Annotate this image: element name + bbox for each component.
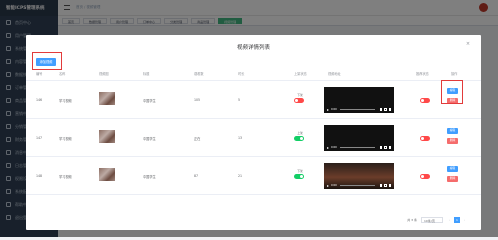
play-icon[interactable] <box>327 146 329 149</box>
cell-id: 146 <box>36 98 43 102</box>
page-size-select[interactable]: 10条/页 <box>421 217 443 223</box>
cell-title: 中国学生 <box>143 175 156 179</box>
video-progress[interactable] <box>339 109 375 110</box>
status-label: 下架 <box>297 169 303 173</box>
status-switch-group: 下架 <box>294 169 306 179</box>
cell-duration: 13 <box>238 136 243 140</box>
delete-button[interactable]: 删除 <box>447 138 458 144</box>
cell-views: 105 <box>194 98 201 102</box>
status-switch[interactable] <box>294 174 304 179</box>
column-header: 上架状态 <box>294 72 307 76</box>
video-player[interactable]: 0:00 <box>324 163 394 189</box>
recommend-switch[interactable] <box>420 174 430 179</box>
delete-button[interactable]: 删除 <box>447 176 458 182</box>
cell-duration: 5 <box>238 98 241 102</box>
video-controls: 0:00 <box>324 144 394 151</box>
play-icon[interactable] <box>327 184 329 187</box>
video-controls: 0:00 <box>324 182 394 189</box>
table-row: 147 学习视频 中国学生 正在 13 上架 0:00 编辑删除 <box>26 119 481 157</box>
volume-icon[interactable] <box>379 146 383 149</box>
video-time: 0:00 <box>331 108 337 111</box>
column-header: 观看数 <box>194 72 204 76</box>
pagination: 共 3 条 10条/页 ‹ 1 › <box>407 216 467 224</box>
operations-highlight <box>441 80 463 104</box>
cell-views: 正在 <box>194 137 201 141</box>
column-header: 操作 <box>451 72 458 76</box>
video-player[interactable]: 0:00 <box>324 125 394 151</box>
column-header: 标题 <box>143 72 150 76</box>
status-switch-group: 下架 <box>294 93 306 103</box>
edit-button[interactable]: 编辑 <box>447 166 458 172</box>
fullscreen-icon[interactable] <box>384 184 387 187</box>
cell-id: 148 <box>36 174 43 178</box>
video-player[interactable]: 0:00 <box>324 87 394 113</box>
cell-name: 学习视频 <box>59 137 72 141</box>
status-switch[interactable] <box>294 98 304 103</box>
pagination-total: 共 3 条 <box>407 218 417 222</box>
table-row: 146 学习视频 中国学生 105 5 下架 0:00 编辑 删除 <box>26 81 481 119</box>
video-thumbnail <box>99 92 115 105</box>
fullscreen-icon[interactable] <box>384 146 387 149</box>
fullscreen-icon[interactable] <box>384 108 387 111</box>
volume-icon[interactable] <box>379 184 383 187</box>
cell-title: 中国学生 <box>143 137 156 141</box>
recommend-switch[interactable] <box>420 136 430 141</box>
video-list-dialog: 视频详情列表 × 添加视频 编号 名称 视频图 标题 观看数 时长 上架状态 视… <box>26 35 481 230</box>
column-header: 视频图 <box>99 72 109 76</box>
video-progress[interactable] <box>339 185 375 186</box>
status-switch-group: 上架 <box>294 131 306 141</box>
cell-name: 学习视频 <box>59 99 72 103</box>
status-label: 下架 <box>297 93 303 97</box>
column-header: 时长 <box>238 72 245 76</box>
video-controls: 0:00 <box>324 106 394 113</box>
cell-id: 147 <box>36 136 43 140</box>
cell-views: 87 <box>194 174 199 178</box>
next-page-button[interactable]: › <box>462 217 467 223</box>
more-icon[interactable] <box>388 184 391 187</box>
video-thumbnail <box>99 168 115 181</box>
table-header: 编号 名称 视频图 标题 观看数 时长 上架状态 视频地址 推荐状态 操作 <box>26 65 481 81</box>
page-number[interactable]: 1 <box>454 217 460 223</box>
close-icon[interactable]: × <box>465 41 471 47</box>
volume-icon[interactable] <box>379 108 383 111</box>
status-label: 上架 <box>297 131 303 135</box>
cell-name: 学习视频 <box>59 175 72 179</box>
status-switch[interactable] <box>294 136 304 141</box>
recommend-switch[interactable] <box>420 98 430 103</box>
column-header: 推荐状态 <box>416 72 429 76</box>
video-time: 0:00 <box>331 146 337 149</box>
prev-page-button[interactable]: ‹ <box>447 217 452 223</box>
cell-duration: 21 <box>238 174 243 178</box>
table-row: 148 学习视频 中国学生 87 21 下架 0:00 编辑删除 <box>26 157 481 195</box>
column-header: 编号 <box>36 72 43 76</box>
column-header: 视频地址 <box>328 72 341 76</box>
video-thumbnail <box>99 130 115 143</box>
more-icon[interactable] <box>388 146 391 149</box>
cell-title: 中国学生 <box>143 99 156 103</box>
video-time: 0:00 <box>331 184 337 187</box>
edit-button[interactable]: 编辑 <box>447 128 458 134</box>
dialog-title: 视频详情列表 <box>236 45 270 51</box>
play-icon[interactable] <box>327 108 329 111</box>
more-icon[interactable] <box>388 108 391 111</box>
video-progress[interactable] <box>339 147 375 148</box>
column-header: 名称 <box>59 72 66 76</box>
